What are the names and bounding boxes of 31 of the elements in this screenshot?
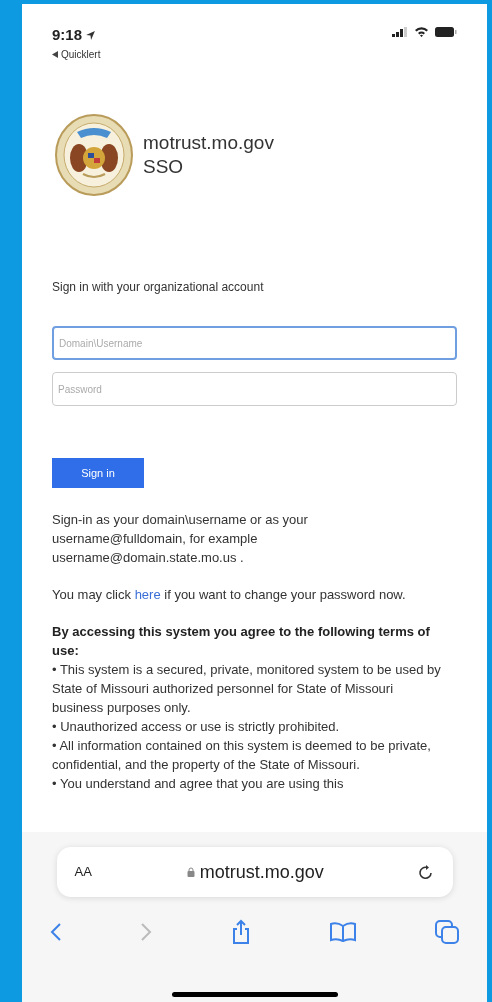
back-chevron-icon[interactable] (50, 922, 62, 942)
terms-heading: By accessing this system you agree to the following terms of use: (52, 623, 431, 660)
book-icon[interactable] (328, 921, 357, 943)
signal-icon (392, 26, 408, 37)
address-text: motrust.mo.gov (199, 860, 324, 884)
site-subtitle: SSO (143, 155, 185, 179)
sign-in-hint: Sign-in as your domain\username or as your username@fulldomain, for example username@domain.state.mo.us . (52, 511, 309, 567)
site-title: motrust.mo.gov (143, 131, 274, 155)
input-field[interactable]: Password (52, 372, 457, 406)
change-password-link[interactable]: here (134, 587, 161, 602)
terms-item: • This system is a secured, private, monitored system to be used by State of Missouri authorized personnel for State of Missouri business purposes only. (52, 661, 442, 717)
share-icon[interactable] (230, 919, 251, 945)
text-size-button[interactable]: AA (74, 862, 92, 882)
reload-icon[interactable] (418, 863, 435, 881)
form-heading: Sign in with your organizational account (52, 279, 265, 296)
lock-icon (186, 867, 195, 877)
status-time: 9:18 (52, 25, 83, 45)
battery-icon (435, 26, 457, 37)
terms-item: • Unauthorized access or use is strictly prohibited. (52, 718, 341, 736)
input-field[interactable]: Domain\Username (52, 326, 457, 360)
terms-item: • You understand and agree that you are using this (52, 775, 345, 793)
address-bar[interactable]: AA motrust.mo.gov (56, 847, 453, 897)
location-arrow-icon (85, 29, 97, 41)
back-app-link[interactable]: Quicklert (61, 46, 101, 62)
change-password-text: You may click here if you want to change your password now. (52, 586, 407, 604)
back-triangle-icon[interactable] (52, 50, 58, 58)
terms-item: • All information contained on this system is deemed to be private, confidential, and the property of the State of Missouri. (52, 737, 432, 774)
tabs-icon[interactable] (435, 920, 459, 944)
wifi-icon (414, 26, 429, 37)
forward-chevron-icon[interactable] (140, 922, 153, 942)
sign-in-button[interactable]: Sign in (52, 458, 144, 488)
